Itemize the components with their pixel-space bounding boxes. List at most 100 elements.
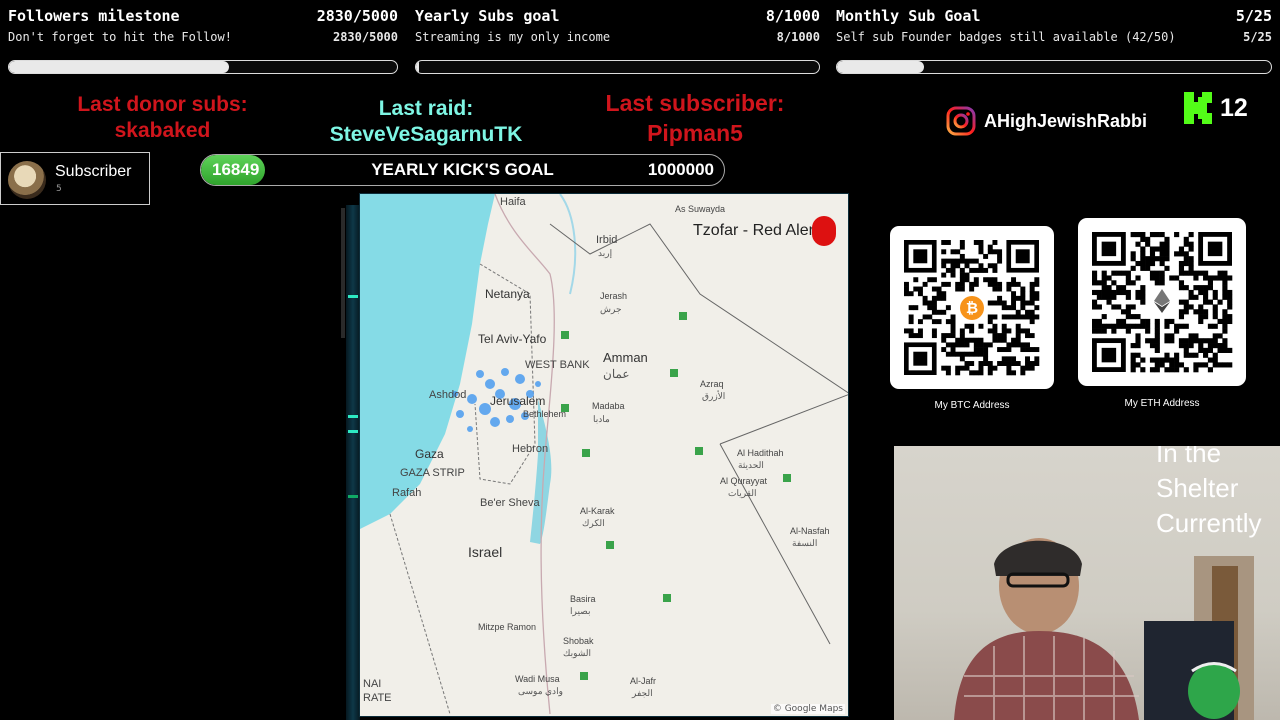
qr-module (1092, 318, 1098, 325)
qr-module (1203, 352, 1209, 358)
qr-module (1217, 275, 1223, 281)
qr-module (1188, 333, 1194, 339)
qr-module (950, 267, 956, 273)
qr-module (1092, 289, 1098, 296)
qr-module (1178, 338, 1185, 344)
qr-module (973, 281, 979, 287)
qr-module (913, 333, 919, 339)
qr-module (1183, 260, 1189, 267)
qr-module (964, 361, 970, 366)
qr-module (1029, 295, 1035, 301)
qr-module (987, 281, 993, 287)
qr-module (1164, 367, 1170, 373)
qr-module (1001, 314, 1007, 320)
qr-module (1135, 333, 1141, 339)
qr-module (1149, 343, 1156, 349)
map-label: Bethlehem (523, 409, 567, 419)
qr-module (904, 286, 909, 292)
qr-module (1227, 362, 1233, 368)
qr-module (1135, 232, 1141, 238)
qr-module (1203, 309, 1209, 315)
qr-module (1154, 343, 1160, 349)
qr-module (1178, 299, 1185, 305)
qr-module (1011, 300, 1017, 306)
qr-module (931, 305, 937, 311)
qr-module (969, 370, 975, 376)
qr-module (1111, 294, 1117, 300)
qr-module (1183, 236, 1189, 242)
map-label: Hebron (512, 443, 549, 455)
qr-module (1101, 275, 1107, 281)
qr-finder-pattern (913, 351, 928, 366)
qr-module (908, 319, 914, 325)
goal-count-small: 8/1000 (776, 30, 820, 44)
qr-module (959, 356, 965, 362)
qr-module (992, 314, 998, 320)
qr-module (936, 319, 942, 325)
qr-module (1183, 323, 1189, 329)
qr-module (1227, 347, 1233, 353)
qr-module (1227, 289, 1233, 296)
last-subscriber-value: Pipman5 (647, 120, 743, 146)
last-subscriber: Last subscriber: Pipman5 (575, 88, 815, 148)
qr-module (987, 328, 993, 334)
qr-module (1034, 347, 1040, 353)
qr-module (1011, 361, 1017, 366)
qr-module (1149, 338, 1156, 344)
qr-module (969, 337, 975, 343)
qr-module (983, 253, 989, 259)
qr-module (1130, 367, 1136, 373)
qr-module (1183, 251, 1189, 257)
qr-module (978, 240, 984, 245)
qr-module (1188, 294, 1194, 300)
qr-module (1015, 337, 1021, 343)
qr-module (1111, 280, 1117, 286)
chat-scrollbar[interactable] (341, 208, 345, 338)
qr-module (1096, 280, 1102, 286)
qr-module (1025, 309, 1030, 315)
qr-module (1203, 285, 1209, 291)
map-label: GAZA STRIP (400, 467, 465, 479)
map-label: Al Qurayyat (720, 476, 768, 486)
qr-module (1130, 323, 1136, 329)
qr-module (941, 333, 947, 339)
qr-module (1135, 362, 1141, 368)
qr-module (1135, 323, 1141, 329)
qr-module (1169, 318, 1175, 325)
qr-module (1101, 270, 1107, 276)
qr-module (1120, 289, 1127, 296)
qr-module (997, 337, 1003, 343)
qr-module (1207, 347, 1213, 353)
qr-module (1222, 289, 1228, 296)
qr-module (1106, 285, 1112, 291)
qr-module (1149, 270, 1156, 276)
last-donor-subs: Last donor subs: skabaked (40, 92, 285, 144)
qr-module (1149, 251, 1156, 257)
qr-module (1174, 328, 1180, 334)
qr-module (964, 342, 970, 348)
qr-module (1217, 343, 1223, 349)
map-label: مادبا (593, 414, 610, 424)
qr-module (1174, 367, 1180, 373)
qr-module (1096, 318, 1102, 325)
qr-module (1222, 347, 1228, 353)
btc-address-label: My BTC Address (934, 400, 1010, 411)
btc-qr-code: ₿ (890, 226, 1054, 389)
qr-module (1222, 314, 1228, 320)
map-label: Netanya (485, 287, 530, 301)
qr-module (1222, 338, 1228, 344)
qr-module (1001, 333, 1007, 339)
qr-module (1188, 352, 1194, 358)
qr-module (1029, 365, 1035, 371)
qr-module (1029, 291, 1035, 297)
qr-module (1020, 314, 1026, 320)
qr-module (1029, 286, 1035, 292)
qr-module (1198, 270, 1204, 276)
qr-module (908, 291, 914, 297)
monthly-sub-goal: Monthly Sub Goal 5/25 Self sub Founder b… (836, 0, 1272, 80)
qr-module (945, 319, 951, 325)
qr-module (1025, 328, 1030, 334)
qr-module (922, 281, 928, 287)
qr-module (1145, 328, 1151, 334)
qr-module (1188, 246, 1194, 252)
